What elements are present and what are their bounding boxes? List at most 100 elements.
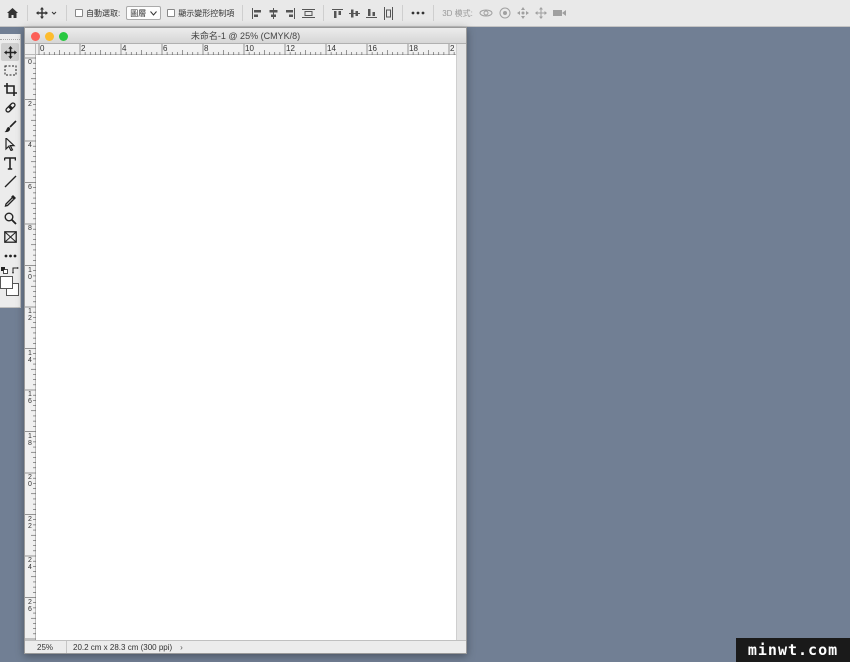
separator (402, 5, 404, 21)
document-canvas[interactable] (37, 56, 456, 640)
ruler-label: 0 (28, 59, 32, 66)
ruler-origin[interactable] (25, 44, 36, 55)
ruler-label: 12 (286, 44, 295, 53)
ruler-label: 2 (81, 44, 86, 53)
align-middle-icon[interactable] (349, 5, 361, 21)
ruler-label: 4 (122, 44, 127, 53)
orbit-3d-icon[interactable] (479, 5, 493, 21)
marquee-tool[interactable] (1, 62, 19, 80)
home-icon[interactable] (6, 5, 19, 21)
ruler-label: 2 (28, 100, 32, 108)
type-tool[interactable] (1, 154, 19, 172)
type-icon (4, 156, 16, 170)
horizontal-ruler[interactable]: 0 2 4 6 8 10 12 14 16 18 2 (36, 44, 456, 55)
foreground-color-swatch[interactable] (0, 276, 13, 289)
align-center-h-icon[interactable] (268, 5, 279, 21)
ruler-label: 10 (245, 44, 254, 53)
ruler-label: 4 (28, 142, 32, 149)
ellipsis-icon (4, 254, 16, 257)
ruler-label: 8 (204, 44, 209, 53)
zoom-button[interactable] (59, 32, 68, 41)
ruler-label: 2 0 (28, 474, 32, 488)
ruler-label: 1 2 (28, 308, 32, 322)
ruler-label: 2 (450, 44, 455, 53)
marquee-icon (4, 65, 16, 76)
tools-panel (0, 34, 21, 308)
ruler-label: 2 2 (28, 515, 32, 530)
camera-3d-icon[interactable] (552, 5, 567, 21)
ruler-label: 1 0 (28, 266, 32, 281)
minimize-button[interactable] (45, 32, 54, 41)
ruler-label: 1 4 (28, 349, 32, 364)
align-bottom-icon[interactable] (366, 5, 378, 21)
healing-tool[interactable] (1, 99, 19, 117)
panel-grip[interactable] (0, 34, 20, 40)
path-select-tool[interactable] (1, 136, 19, 154)
bandage-icon (4, 102, 16, 113)
chevron-down-icon (150, 10, 158, 16)
slide-3d-icon[interactable] (534, 5, 547, 21)
separator (27, 5, 28, 21)
distribute-v-icon[interactable] (383, 5, 394, 21)
vertical-scrollbar[interactable] (456, 44, 466, 640)
ruler-label: 14 (327, 44, 336, 53)
move-icon (3, 45, 17, 59)
arrow-icon (5, 138, 16, 151)
separator (323, 5, 325, 21)
frame-icon (3, 231, 17, 243)
zoom-tool[interactable] (1, 210, 19, 228)
status-bar: 25% 20.2 cm x 28.3 cm (300 ppi) › (25, 640, 466, 653)
crop-icon (3, 82, 17, 96)
crop-tool[interactable] (1, 80, 19, 98)
checkbox-box[interactable] (167, 9, 176, 17)
frame-tool[interactable] (1, 228, 19, 246)
eyedropper-tool[interactable] (1, 191, 19, 209)
move-tool[interactable] (1, 43, 19, 61)
ruler-label: 6 (28, 183, 32, 191)
move-tool-preset-icon[interactable] (36, 5, 58, 21)
align-top-icon[interactable] (332, 5, 344, 21)
checkbox-box[interactable] (75, 9, 83, 17)
ruler-label: 0 (40, 44, 45, 53)
pan-3d-icon[interactable] (516, 5, 529, 21)
ruler-label: 2 6 (28, 598, 32, 613)
magnifier-icon (4, 212, 17, 225)
ruler-label: 8 (28, 225, 32, 232)
ruler-label: 16 (368, 44, 377, 53)
document-titlebar[interactable]: 未命名-1 @ 25% (CMYK/8) (25, 28, 466, 44)
document-title: 未命名-1 @ 25% (CMYK/8) (190, 31, 301, 41)
show-transform-checkbox[interactable]: 顯示變形控制項 (167, 8, 234, 19)
zoom-level[interactable]: 25% (25, 641, 67, 653)
line-icon (4, 175, 16, 188)
separator (66, 5, 67, 21)
ruler-label: 2 4 (28, 557, 32, 571)
more-options-icon[interactable] (411, 5, 425, 21)
separator (433, 5, 435, 21)
layer-select[interactable]: 圖層 (126, 6, 162, 20)
ruler-label: 1 6 (28, 391, 32, 405)
ruler-label: 18 (409, 44, 418, 53)
line-tool[interactable] (1, 173, 19, 191)
auto-select-label: 自動選取: (86, 8, 121, 18)
auto-select-checkbox[interactable]: 自動選取: (75, 8, 120, 19)
align-right-icon[interactable] (285, 5, 296, 21)
status-menu-arrow[interactable]: › (180, 643, 183, 652)
close-button[interactable] (31, 32, 40, 41)
brush-tool[interactable] (1, 117, 19, 135)
watermark-logo: minwt.com (736, 638, 850, 662)
mode-3d-label: 3D 模式: (442, 8, 473, 18)
swap-colors-icon[interactable] (12, 267, 19, 274)
document-window: 未命名-1 @ 25% (CMYK/8) 0 2 4 6 8 10 12 14 16 18 2 0 2… (24, 27, 467, 654)
roll-3d-icon[interactable] (499, 5, 511, 21)
brush-icon (4, 119, 17, 132)
eyedropper-icon (4, 194, 16, 207)
align-left-icon[interactable] (251, 5, 262, 21)
window-controls (31, 32, 68, 41)
default-colors-icon[interactable] (1, 267, 8, 274)
color-swatches (0, 276, 20, 298)
options-bar: 自動選取: 圖層 顯示變形控制項 3D 模式: (0, 0, 850, 27)
distribute-h-icon[interactable] (302, 5, 316, 21)
layer-select-value: 圖層 (130, 8, 147, 18)
more-tools[interactable] (1, 247, 19, 265)
vertical-ruler[interactable]: 0 2 4 6 8 1 0 1 2 1 4 1 6 1 8 2 0 2 2 2 4 2 6 (25, 55, 36, 640)
